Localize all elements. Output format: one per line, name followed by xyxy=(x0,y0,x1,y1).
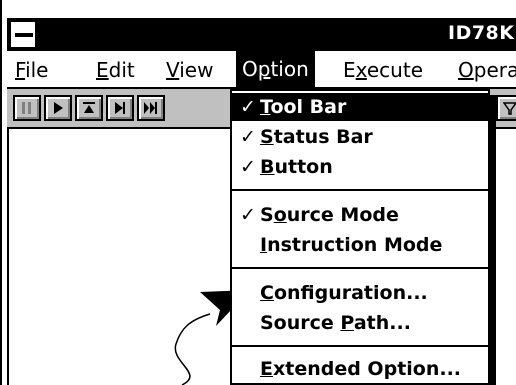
title-bar xyxy=(7,18,516,51)
run-button[interactable] xyxy=(44,95,72,121)
step-button[interactable] xyxy=(75,95,103,121)
menu-bar: File Edit View Option Execute Opera xyxy=(7,51,516,89)
menu-item-button[interactable]: ✓ Button xyxy=(232,153,488,181)
dropdown-shadow xyxy=(490,95,496,385)
menu-execute[interactable]: Execute xyxy=(343,58,423,82)
menu-operation[interactable]: Opera xyxy=(458,58,516,82)
menu-option[interactable]: Option xyxy=(236,51,315,87)
menu-item-configuration[interactable]: Configuration... xyxy=(232,279,488,307)
step-over-button[interactable] xyxy=(106,95,134,121)
menu-item-extended-option[interactable]: Extended Option... xyxy=(232,355,488,383)
return-button[interactable] xyxy=(137,95,165,121)
menu-item-tool-bar[interactable]: ✓ Tool Bar xyxy=(232,93,488,121)
pause-icon xyxy=(22,102,31,114)
watch-button[interactable] xyxy=(496,95,516,121)
menu-view[interactable]: View xyxy=(166,58,213,82)
fast-forward-icon xyxy=(144,102,157,114)
step-to-top-icon xyxy=(83,102,95,113)
checkmark-icon: ✓ xyxy=(240,126,256,148)
menu-item-status-bar[interactable]: ✓ Status Bar xyxy=(232,123,488,151)
menu-file[interactable]: File xyxy=(15,58,48,82)
menu-separator xyxy=(232,267,488,269)
menu-separator xyxy=(232,189,488,191)
system-menu-button[interactable] xyxy=(9,20,37,49)
system-menu-icon xyxy=(15,33,33,37)
play-icon xyxy=(54,102,63,114)
app-window: ID78K File Edit View Option Execute Oper… xyxy=(0,0,516,385)
menu-edit[interactable]: Edit xyxy=(96,58,135,82)
checkmark-icon: ✓ xyxy=(240,156,256,178)
menu-item-source-path[interactable]: Source Path... xyxy=(232,309,488,337)
checkmark-icon: ✓ xyxy=(240,204,256,226)
window-title: ID78K xyxy=(448,22,515,44)
menu-item-source-mode[interactable]: ✓ Source Mode xyxy=(232,201,488,229)
menu-separator xyxy=(232,345,488,347)
option-dropdown-menu: ✓ Tool Bar ✓ Status Bar ✓ Button ✓ Sourc… xyxy=(230,89,490,385)
menu-item-instruction-mode[interactable]: Instruction Mode xyxy=(232,231,488,259)
pause-button[interactable] xyxy=(13,95,41,121)
checkmark-icon: ✓ xyxy=(240,96,256,118)
window-left-border xyxy=(0,0,2,385)
step-next-icon xyxy=(115,102,125,114)
filter-icon xyxy=(503,102,516,115)
